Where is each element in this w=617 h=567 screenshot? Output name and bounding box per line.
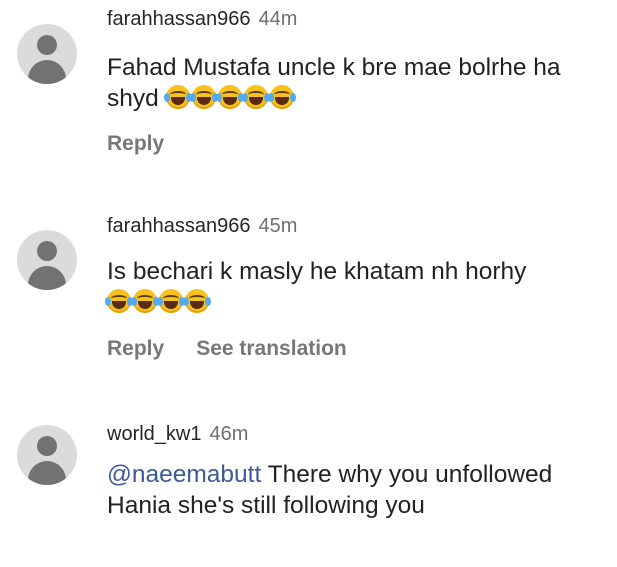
comment-actions: Reply [107, 131, 164, 157]
avatar[interactable] [17, 24, 77, 84]
face-with-tears-of-joy-icon [183, 289, 211, 313]
avatar-shoulders-shape [28, 60, 66, 84]
face-with-tears-of-joy-icon [105, 289, 133, 313]
comment-text: Is bechari k masly he khatam nh horhy [105, 256, 602, 321]
comment-username[interactable]: world_kw1 [107, 423, 201, 445]
emoji-group [105, 289, 602, 321]
avatar-shoulders-shape [28, 461, 66, 485]
comment-actions: Reply See translation [107, 336, 347, 362]
comment-timestamp: 45m [258, 215, 298, 237]
avatar-head-shape [37, 35, 57, 55]
face-with-tears-of-joy-icon [241, 85, 270, 109]
avatar-head-shape [37, 241, 57, 261]
mention-link[interactable]: @naeemabutt [107, 461, 261, 488]
reply-button[interactable]: Reply [107, 132, 164, 155]
see-translation-button[interactable]: See translation [196, 337, 347, 360]
comment-text: @naeemabutt There why you unfollowed Han… [107, 459, 602, 521]
face-with-tears-of-joy-icon [215, 85, 244, 109]
face-with-tears-of-joy-icon [157, 289, 185, 313]
avatar[interactable] [17, 425, 77, 485]
face-with-tears-of-joy-icon [189, 85, 218, 109]
avatar[interactable] [17, 230, 77, 290]
emoji-group [163, 85, 296, 117]
comment-meta: world_kw1 46m [107, 422, 248, 446]
comment-meta: farahhassan966 44m [107, 7, 297, 31]
face-with-tears-of-joy-icon [131, 289, 159, 313]
comment-body: Is bechari k masly he khatam nh horhy [107, 258, 527, 285]
avatar-head-shape [37, 436, 57, 456]
comment-username[interactable]: farahhassan966 [107, 215, 250, 237]
comment-timestamp: 44m [258, 8, 298, 30]
face-with-tears-of-joy-icon [267, 85, 296, 109]
comment-text: Fahad Mustafa uncle k bre mae bolrhe ha … [107, 52, 602, 117]
avatar-shoulders-shape [28, 266, 66, 290]
comment-timestamp: 46m [209, 423, 249, 445]
comment-username[interactable]: farahhassan966 [107, 8, 250, 30]
face-with-tears-of-joy-icon [163, 85, 192, 109]
comment-meta: farahhassan966 45m [107, 214, 297, 238]
reply-button[interactable]: Reply [107, 337, 164, 360]
